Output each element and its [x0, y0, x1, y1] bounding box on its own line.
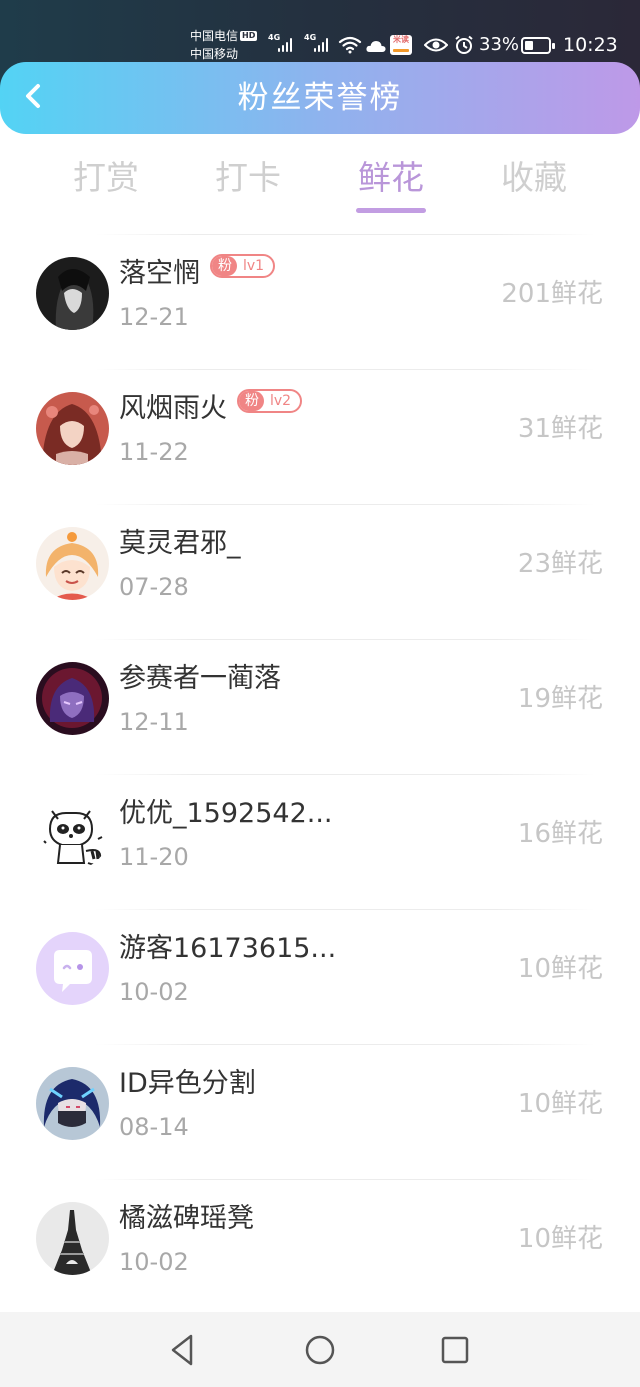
badge-fan-label: 粉: [212, 256, 237, 276]
badge-level-label: lv2: [270, 393, 292, 409]
flower-amount: 10鲜花: [517, 954, 603, 984]
fan-name-text: 落空惘: [119, 258, 200, 289]
nav-back-button[interactable]: [163, 1330, 203, 1370]
avatar: [36, 257, 109, 330]
clock: 10:23: [563, 34, 618, 56]
list-item[interactable]: ID异色分割 08-14 10鲜花: [0, 1042, 640, 1177]
avatar: [36, 527, 109, 600]
avatar: [36, 797, 109, 870]
avatar: [36, 932, 109, 1005]
battery-percent: 33%: [479, 34, 520, 55]
fan-date: 10-02: [119, 978, 189, 1006]
avatar: [36, 1067, 109, 1140]
carrier-2: 中国移动: [190, 47, 239, 61]
carrier-labels: 中国电信 HD 中国移动: [190, 27, 258, 63]
active-tab-indicator: [356, 208, 426, 213]
list-item[interactable]: 参赛者一蔺落 12-11 19鲜花: [0, 637, 640, 772]
flower-amount: 10鲜花: [517, 1089, 603, 1119]
hd-badge: HD: [240, 31, 258, 41]
badge-fan-label: 粉: [239, 391, 264, 411]
nav-recents-button[interactable]: [435, 1330, 475, 1370]
list-item[interactable]: 风烟雨火粉 lv2 11-22 31鲜花: [0, 367, 640, 502]
nav-home-button[interactable]: [300, 1330, 340, 1370]
fan-name: 参赛者一蔺落: [119, 663, 281, 694]
fan-date: 12-21: [119, 303, 189, 331]
list-item[interactable]: 橘滋碑瑶凳 10-02 10鲜花: [0, 1177, 640, 1312]
tab-checkin[interactable]: 打卡: [193, 156, 303, 200]
avatar: [36, 392, 109, 465]
system-nav-bar: [0, 1312, 640, 1387]
fan-date: 11-22: [119, 438, 189, 466]
page-title: 粉丝荣誉榜: [237, 80, 403, 116]
square-recents-icon: [441, 1336, 469, 1364]
list-item[interactable]: 优优_1592542... 11-20 16鲜花: [0, 772, 640, 907]
fan-name: 风烟雨火粉 lv2: [119, 389, 303, 429]
list-item[interactable]: 游客16173615... 10-02 10鲜花: [0, 907, 640, 1042]
fan-name: 游客16173615...: [119, 933, 337, 964]
triangle-back-icon: [171, 1334, 193, 1366]
fan-date: 08-14: [119, 1113, 189, 1141]
eye-icon: [424, 38, 448, 52]
fan-name-text: 风烟雨火: [119, 393, 227, 424]
fan-name: ID异色分割: [119, 1068, 256, 1099]
fan-date: 11-20: [119, 843, 189, 871]
flower-amount: 31鲜花: [517, 414, 603, 444]
fan-date: 12-11: [119, 708, 189, 736]
app-notification-icon: 米读: [390, 35, 412, 55]
wifi-icon: [338, 36, 362, 54]
list-item[interactable]: 莫灵君邪_ 07-28 23鲜花: [0, 502, 640, 637]
fan-level-badge: 粉 lv1: [210, 254, 276, 278]
carrier-1: 中国电信: [190, 29, 239, 43]
flower-amount: 10鲜花: [517, 1224, 603, 1254]
fan-name: 落空惘粉 lv1: [119, 254, 276, 294]
fan-name: 橘滋碑瑶凳: [119, 1203, 254, 1234]
fan-date: 07-28: [119, 573, 189, 601]
fan-name: 莫灵君邪_: [119, 528, 241, 559]
avatar: [36, 1202, 109, 1275]
circle-home-icon: [305, 1335, 335, 1365]
flower-amount: 19鲜花: [517, 684, 603, 714]
tab-bar: 打赏 打卡 鲜花 收藏: [0, 150, 640, 220]
battery-icon: [521, 37, 555, 54]
fan-name: 优优_1592542...: [119, 798, 333, 829]
flower-amount: 23鲜花: [517, 549, 603, 579]
fan-ranking-list: 落空惘粉 lv1 12-21 201鲜花 风烟雨火粉 lv2 11-22 31鲜花 …: [0, 232, 640, 1312]
tab-favorites[interactable]: 收藏: [479, 156, 589, 200]
flower-amount: 16鲜花: [517, 819, 603, 849]
tab-flowers[interactable]: 鲜花: [336, 156, 446, 200]
fan-level-badge: 粉 lv2: [237, 389, 303, 413]
tab-reward[interactable]: 打赏: [51, 156, 161, 200]
list-item[interactable]: 落空惘粉 lv1 12-21 201鲜花: [0, 232, 640, 367]
alarm-icon: [455, 35, 473, 54]
fan-date: 10-02: [119, 1248, 189, 1276]
avatar: [36, 662, 109, 735]
badge-level-label: lv1: [243, 258, 265, 274]
flower-amount: 201鲜花: [501, 279, 603, 309]
cloud-icon: [366, 41, 386, 52]
